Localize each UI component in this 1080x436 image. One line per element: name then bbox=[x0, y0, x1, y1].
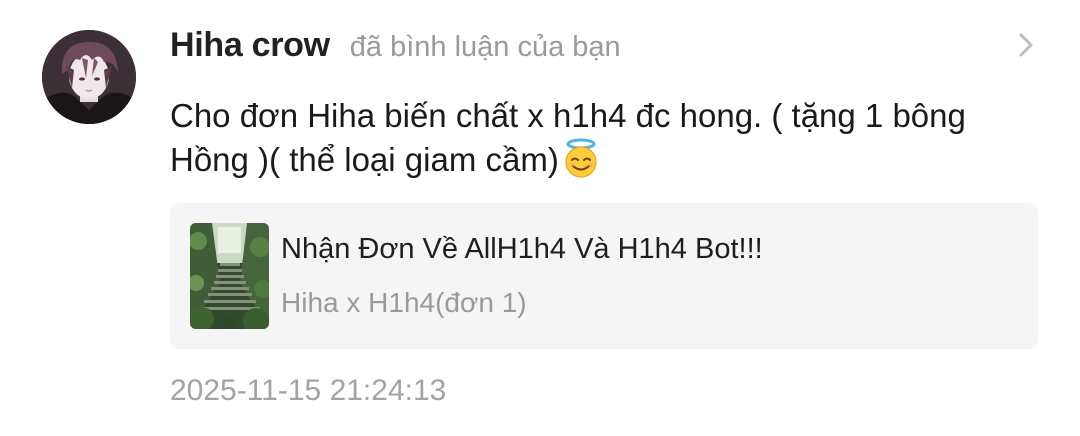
avatar[interactable] bbox=[42, 30, 136, 124]
comment-notification[interactable]: Hiha crow đã bình luận của bạn Cho đơn H… bbox=[0, 0, 1080, 436]
notification-header: Hiha crow đã bình luận của bạn bbox=[170, 26, 621, 70]
comment-text-block: Cho đơn Hiha biến chất x h1h4 đc hong. (… bbox=[170, 94, 1000, 182]
linked-post-card[interactable]: Nhận Đơn Về AllH1h4 Và H1h4 Bot!!! Hiha … bbox=[170, 203, 1038, 349]
action-text: đã bình luận của bạn bbox=[349, 31, 621, 63]
chevron-right-icon[interactable] bbox=[1012, 30, 1040, 60]
post-thumbnail-image bbox=[190, 223, 269, 329]
post-thumbnail bbox=[190, 223, 269, 329]
post-title: Nhận Đơn Về AllH1h4 Và H1h4 Bot!!! bbox=[281, 233, 763, 265]
avatar-image bbox=[42, 30, 136, 124]
timestamp: 2025-11-15 21:24:13 bbox=[170, 374, 447, 407]
username[interactable]: Hiha crow bbox=[170, 26, 330, 65]
smiling-face-with-halo-icon bbox=[565, 138, 597, 178]
post-subtitle: Hiha x H1h4(đơn 1) bbox=[281, 287, 527, 318]
